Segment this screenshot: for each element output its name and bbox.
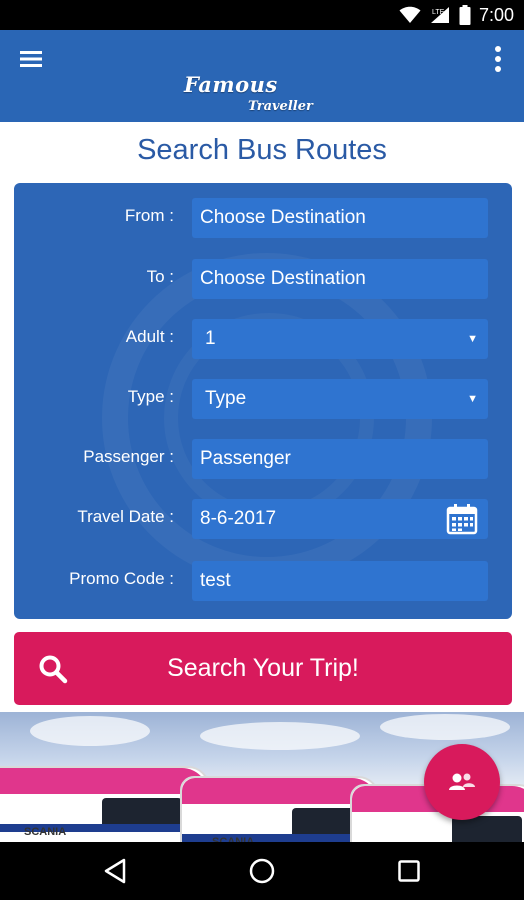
travel-date-label: Travel Date : — [77, 507, 174, 526]
battery-icon — [459, 5, 471, 25]
overflow-menu-button[interactable] — [488, 42, 508, 76]
brand-subname: Traveller — [248, 99, 313, 114]
home-button[interactable] — [245, 854, 279, 888]
back-button[interactable] — [98, 854, 132, 888]
group-chat-icon — [449, 773, 475, 790]
more-vert-icon — [495, 46, 501, 72]
brand-name: Famous — [184, 72, 278, 97]
bus-brand-text: SCANIA — [24, 826, 67, 838]
status-icons: LTE 7:00 — [399, 4, 514, 26]
adult-row: Adult : 1 ▼ — [14, 319, 512, 361]
travel-date-row: Travel Date : 8-6-2017 — [14, 499, 512, 541]
to-row: To : Choose Destination — [14, 259, 512, 301]
chat-fab-button[interactable] — [424, 744, 500, 820]
dropdown-arrow-icon: ▼ — [467, 393, 478, 405]
recents-icon — [398, 860, 420, 882]
promo-field[interactable]: test — [192, 561, 488, 601]
cloud — [30, 716, 150, 746]
type-label: Type : — [127, 387, 174, 406]
menu-button[interactable] — [16, 44, 46, 74]
search-trip-label: Search Your Trip! — [167, 654, 359, 682]
to-field[interactable]: Choose Destination — [192, 259, 488, 299]
to-label: To : — [146, 267, 174, 286]
from-label: From : — [124, 206, 174, 225]
calendar-icon[interactable] — [446, 503, 478, 535]
promo-label: Promo Code : — [69, 569, 174, 588]
cloud — [380, 714, 510, 740]
passenger-label: Passenger : — [83, 447, 174, 466]
adult-value: 1 — [205, 328, 216, 349]
signal-icon: LTE — [430, 7, 449, 23]
passenger-row: Passenger : Passenger — [14, 439, 512, 481]
adult-select[interactable]: 1 ▼ — [192, 319, 488, 359]
back-icon — [104, 858, 126, 884]
app-bar: Famous Traveller — [0, 30, 524, 122]
system-nav-bar — [0, 842, 524, 900]
travel-date-value: 8-6-2017 — [200, 508, 277, 529]
type-value: Type — [205, 388, 247, 409]
from-row: From : Choose Destination — [14, 198, 512, 240]
status-bar: LTE 7:00 — [0, 0, 524, 30]
home-icon — [249, 858, 275, 884]
recents-button[interactable] — [392, 854, 426, 888]
brand-logo: Famous Traveller — [184, 72, 324, 118]
page-title: Search Bus Routes — [137, 134, 387, 166]
promo-row: Promo Code : test — [14, 561, 512, 603]
type-row: Type : Type ▼ — [14, 379, 512, 421]
bus-image: SCANIA — [0, 746, 210, 842]
from-field[interactable]: Choose Destination — [192, 198, 488, 238]
hamburger-menu-icon — [20, 51, 42, 67]
cloud — [200, 722, 360, 750]
wifi-icon — [399, 6, 421, 23]
dropdown-arrow-icon: ▼ — [467, 333, 478, 345]
passenger-field[interactable]: Passenger — [192, 439, 488, 479]
search-trip-button[interactable]: Search Your Trip! — [14, 632, 512, 705]
travel-date-field[interactable]: 8-6-2017 — [192, 499, 488, 539]
svg-text:LTE: LTE — [432, 9, 445, 16]
type-select[interactable]: Type ▼ — [192, 379, 488, 419]
search-form-card: From : Choose Destination To : Choose De… — [14, 183, 512, 619]
status-time: 7:00 — [478, 4, 514, 25]
adult-label: Adult : — [125, 327, 174, 346]
